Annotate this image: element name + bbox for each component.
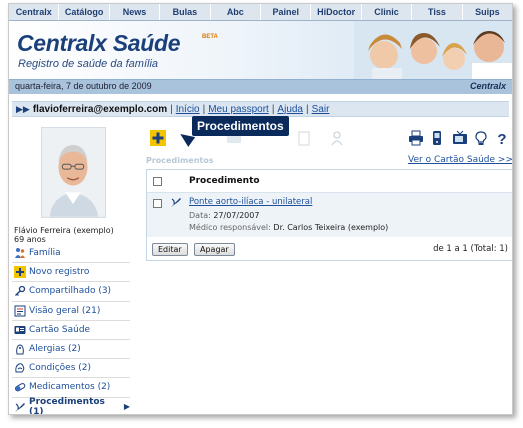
sidebar-item-visao-geral[interactable]: Visão geral (21) <box>12 302 130 321</box>
sidebar-item-compartilhado[interactable]: Compartilhado (3) <box>12 282 130 302</box>
column-header-procedimento: Procedimento <box>189 176 260 186</box>
table-row: Ponte aorto-ilíaca - unilateral Data: 27… <box>147 193 512 237</box>
nav-tab-abc[interactable]: Abc <box>211 4 262 20</box>
nav-tab-catalogo[interactable]: Catálogo <box>59 4 110 20</box>
table-footer: Editar Apagar de 1 a 1 (Total: 1) <box>147 237 512 261</box>
sidebar-item-procedimentos[interactable]: Procedimentos (1) ▶ <box>12 396 130 415</box>
link-ajuda[interactable]: Ajuda <box>277 104 303 115</box>
separator: | <box>271 103 275 115</box>
tip-icon[interactable] <box>473 130 489 146</box>
toolbar-tooltip: Procedimentos <box>192 116 289 136</box>
patient-age: 69 anos <box>14 235 46 244</box>
plus-icon <box>14 266 26 279</box>
sidebar-item-label: Novo registro <box>29 267 90 278</box>
tv-icon[interactable] <box>452 130 468 146</box>
sidebar-menu: Família Novo registro Compartilhado (3) … <box>12 244 130 415</box>
section-title: Procedimentos <box>146 156 214 165</box>
edit-button[interactable]: Editar <box>152 243 188 256</box>
card-icon <box>14 324 26 336</box>
nav-tab-centralx[interactable]: Centralx <box>9 4 60 20</box>
table-header: Procedimento <box>147 170 512 193</box>
date-label: Data: <box>189 211 211 220</box>
sidebar-item-alergias[interactable]: Alergias (2) <box>12 340 130 360</box>
sidebar-item-label: Família <box>29 248 61 259</box>
nav-tab-hidoctor[interactable]: HiDoctor <box>311 4 362 20</box>
top-nav: Centralx Catálogo News Bulas Abc Painel … <box>9 4 512 21</box>
page-frame: Centralx Catálogo News Bulas Abc Painel … <box>8 3 513 415</box>
link-meu-passport[interactable]: Meu passport <box>208 104 269 115</box>
date-value: 27/07/2007 <box>213 211 260 220</box>
key-icon <box>14 285 26 297</box>
beta-badge: BETA <box>202 34 218 40</box>
sidebar-item-familia[interactable]: Família <box>12 244 130 264</box>
procedure-name-link[interactable]: Ponte aorto-ilíaca - unilateral <box>189 197 312 207</box>
faded-document-icon[interactable] <box>296 130 312 146</box>
nav-tab-tiss[interactable]: Tiss <box>412 4 463 20</box>
double-arrow-icon: ▶▶ <box>16 103 30 114</box>
separator: | <box>202 103 206 115</box>
family-photo <box>354 21 512 79</box>
view-health-card-link[interactable]: Ver o Cartão Saúde >> <box>408 155 512 165</box>
delete-button[interactable]: Apagar <box>194 243 235 256</box>
svg-text:?: ? <box>497 131 506 146</box>
current-date: quarta-feira, 7 de outubro de 2009 <box>15 81 152 91</box>
doctor-value: Dr. Carlos Teixeira (exemplo) <box>273 223 389 232</box>
sidebar-item-label: Compartilhado (3) <box>29 286 112 297</box>
scalpel-icon <box>170 196 182 211</box>
sidebar-item-label: Visão geral (21) <box>29 305 101 316</box>
section-header: Procedimentos Ver o Cartão Saúde >> <box>146 155 512 167</box>
sidebar-item-condicoes[interactable]: Condições (2) <box>12 359 130 379</box>
sidebar-item-label: Procedimentos (1) <box>29 396 105 415</box>
site-title[interactable]: Centralx Saúde <box>17 30 181 57</box>
procedure-date: Data: 27/07/2007 <box>189 211 259 220</box>
link-sair[interactable]: Sair <box>312 104 330 115</box>
caret-right-icon: ▶ <box>123 402 130 412</box>
family-icon <box>14 247 26 259</box>
sidebar-item-label: Condições (2) <box>29 363 91 374</box>
nav-tab-painel[interactable]: Painel <box>261 4 312 20</box>
nav-tab-bulas[interactable]: Bulas <box>160 4 211 20</box>
patient-name: Flávio Ferreira (exemplo) <box>14 226 114 235</box>
sidebar-item-medicamentos[interactable]: Medicamentos (2) <box>12 378 130 398</box>
sidebar-item-cartao-saude[interactable]: Cartão Saúde <box>12 321 130 340</box>
help-icon[interactable]: ? <box>494 130 510 146</box>
patient-info: Flávio Ferreira (exemplo) 69 anos <box>14 226 132 244</box>
nav-tab-clinic[interactable]: Clinic <box>362 4 413 20</box>
user-bar: ▶▶ flavioferreira@exemplo.com | Início |… <box>12 101 509 117</box>
sidebar-item-label: Alergias (2) <box>29 344 81 355</box>
sidebar-item-label: Medicamentos (2) <box>29 382 111 393</box>
patient-photo <box>41 127 106 218</box>
scalpel-icon <box>14 401 26 413</box>
sidebar-item-label: Cartão Saúde <box>29 324 91 335</box>
pill-icon <box>14 381 26 393</box>
procedure-doctor: Médico responsável: Dr. Carlos Teixeira … <box>189 223 388 232</box>
site-banner: Centralx Saúde BETA Registro de saúde da… <box>9 21 512 79</box>
select-all-checkbox[interactable] <box>153 177 162 186</box>
user-email: flavioferreira@exemplo.com <box>32 103 168 115</box>
row-checkbox[interactable] <box>153 199 162 208</box>
sidebar-item-novo-registro[interactable]: Novo registro <box>12 263 130 283</box>
overview-icon <box>14 305 26 317</box>
new-record-plus-icon[interactable] <box>150 130 166 146</box>
centralx-logo: Centralx <box>469 81 506 91</box>
separator: | <box>170 103 173 115</box>
nav-tab-news[interactable]: News <box>110 4 161 20</box>
procedures-table: Procedimento Ponte aorto-ilíaca - unilat… <box>146 169 512 261</box>
doctor-label: Médico responsável: <box>189 223 271 232</box>
condition-icon <box>14 362 26 374</box>
date-strip: quarta-feira, 7 de outubro de 2009 Centr… <box>9 79 512 94</box>
nav-tab-suips[interactable]: Suips <box>463 4 512 20</box>
separator: | <box>306 103 309 115</box>
print-icon[interactable] <box>408 130 424 146</box>
site-tagline: Registro de saúde da família <box>18 58 159 70</box>
mobile-icon[interactable] <box>429 130 445 146</box>
link-inicio[interactable]: Início <box>176 104 200 115</box>
faded-person-icon[interactable] <box>329 130 345 146</box>
pagination-count: de 1 a 1 (Total: 1) <box>433 244 508 254</box>
allergy-icon <box>14 343 26 355</box>
